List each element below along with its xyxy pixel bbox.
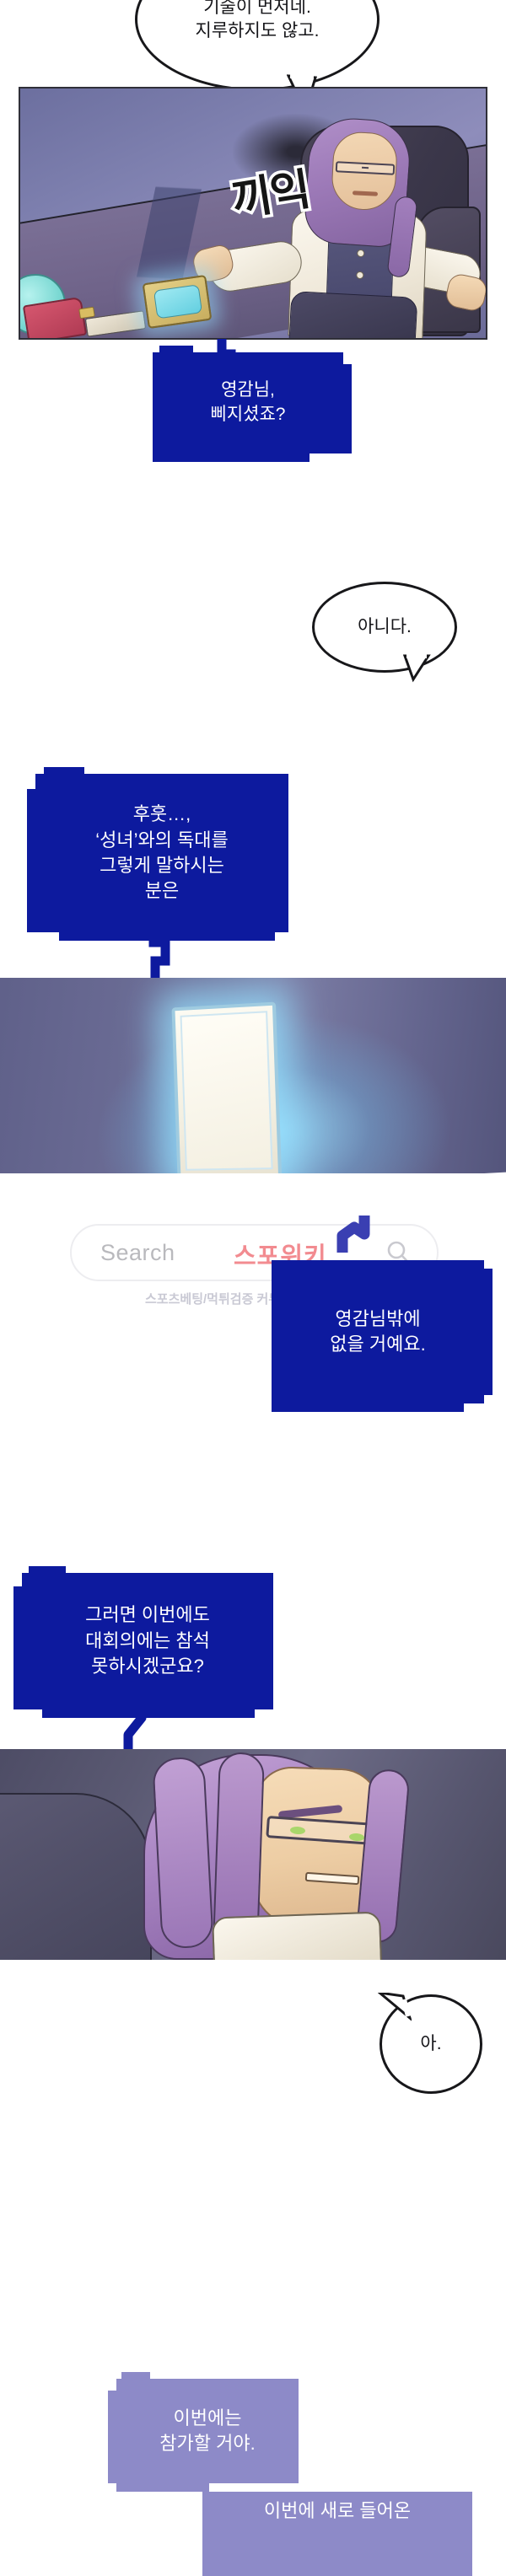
speech-bubble-white-1: 기술이 먼저네. 지루하지도 않고. [135,0,380,91]
speech-bubble-blue-3-text: 영감님밖에 없을 거예요. [330,1307,426,1355]
speech-bubble-blue-1-text: 영감님, 삐지셨죠? [210,380,286,424]
speech-bubble-purple-1: 이번에는 참가할 거야. [108,2372,299,2492]
sfx-text-kkiik: 끼익 [225,163,315,229]
character-shirt-collar [212,1911,382,1960]
speech-bubble-purple-2-text: 이번에 새로 들어온 [263,2500,412,2521]
glowing-magic-box [142,274,213,330]
tablet-screen [180,1011,273,1171]
speech-bubble-blue-4-text: 그러면 이번에도 대회의에는 참석 못하시겠군요? [85,1604,210,1677]
character-legs [288,291,418,338]
speech-bubble-blue-2-text: 후훗…, ‘성녀’와의 독대를 그렇게 말하시는 분은 [95,803,229,902]
bubble-notch [484,1269,493,1395]
bubble-notch [29,1566,66,1575]
couch-backrest [0,1793,152,1960]
comic-panel-1: 끼익 [19,87,487,340]
magic-gem [153,284,203,319]
comic-panel-2 [0,978,506,1173]
speech-bubble-purple-2: 이번에 새로 들어온 [202,2492,472,2576]
bubble-notch [121,2372,150,2380]
speech-bubble-blue-3: 영감님밖에 없을 거예요. [272,1260,493,1412]
speech-bubble-white-2-text: 아니다. [358,616,412,636]
bubble-notch [159,346,193,354]
speech-bubble-white-2: 아니다. [312,582,457,673]
bubble-notch-left [108,2391,116,2483]
comic-page: 기술이 먼저네. 지루하지도 않고. 끼익 영감님, 삐지셨죠? 아니다. 후훗… [0,0,506,2576]
character-hair-strand-left [152,1756,214,1950]
speech-bubble-blue-3-tail [336,1214,383,1253]
bubble-notch-left [27,789,35,932]
speech-bubble-white-2-tail [403,654,433,683]
bubble-notch-bottom [272,1403,464,1412]
bubble-notch [44,767,84,775]
speech-bubble-blue-2: 후훗…, ‘성녀’와의 독대를 그렇게 말하시는 분은 [27,767,288,941]
bubble-notch-bottom [116,2483,209,2492]
speech-bubble-blue-1: 영감님, 삐지셨죠? [153,346,352,462]
bubble-notch-bottom [153,453,310,462]
bubble-notch-left [13,1586,22,1709]
bubble-notch-shadow [343,364,352,453]
comic-panel-3 [0,1749,506,1960]
speech-bubble-blue-4-tail [120,1708,155,1752]
speech-bubble-white-1-text: 기술이 먼저네. 지루하지도 않고. [195,0,320,40]
speech-bubble-white-3-text: 아. [420,2033,442,2053]
glowing-tablet [171,1001,283,1173]
speech-bubble-white-3-tail [378,1993,412,2023]
speech-bubble-blue-4: 그러면 이번에도 대회의에는 참석 못하시겠군요? [13,1566,273,1718]
speech-bubble-blue-2-tail [137,931,175,985]
speech-bubble-purple-1-text: 이번에는 참가할 거야. [159,2407,256,2454]
search-input-placeholder[interactable]: Search [100,1240,175,1266]
